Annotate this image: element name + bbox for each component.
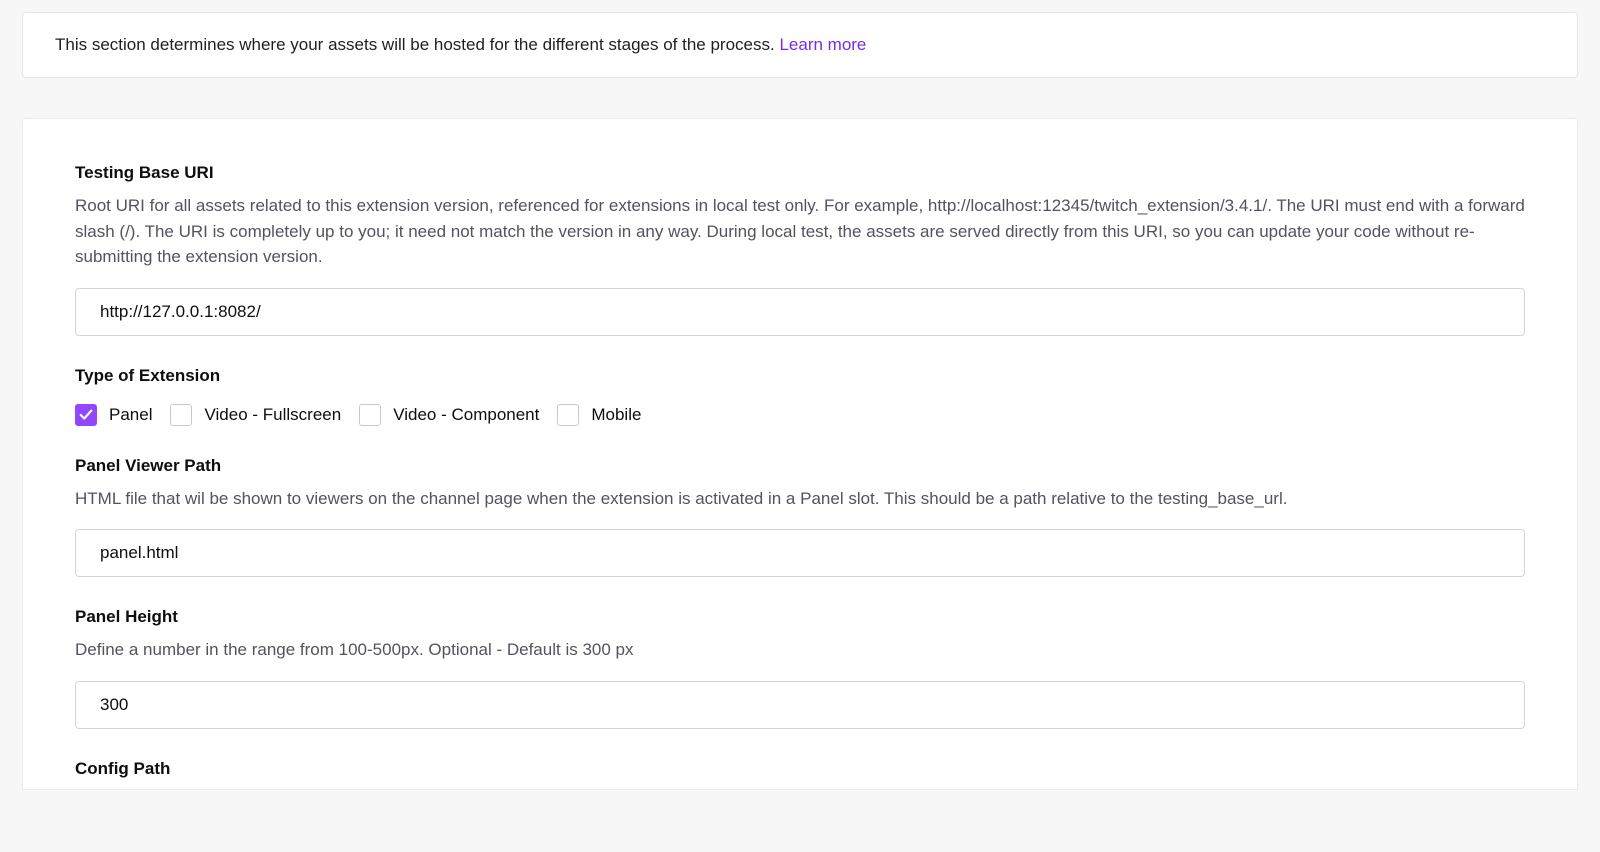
banner-text: This section determines where your asset… — [55, 35, 779, 54]
type-of-extension-options: Panel Video - Fullscreen Video - Compone… — [75, 404, 1525, 426]
type-of-extension-group: Type of Extension Panel Video - Fullscre… — [75, 366, 1525, 426]
panel-viewer-path-desc: HTML file that wil be shown to viewers o… — [75, 486, 1525, 512]
panel-viewer-path-input[interactable] — [75, 529, 1525, 577]
panel-viewer-path-group: Panel Viewer Path HTML file that wil be … — [75, 456, 1525, 578]
config-path-group: Config Path — [75, 759, 1525, 779]
option-panel: Panel — [75, 404, 152, 426]
checkbox-video-fullscreen-label: Video - Fullscreen — [204, 405, 341, 425]
checkbox-mobile-label: Mobile — [591, 405, 641, 425]
check-icon — [79, 408, 93, 422]
checkbox-video-fullscreen[interactable] — [170, 404, 192, 426]
testing-base-uri-label: Testing Base URI — [75, 163, 1525, 183]
panel-height-group: Panel Height Define a number in the rang… — [75, 607, 1525, 729]
option-mobile: Mobile — [557, 404, 641, 426]
panel-height-input[interactable] — [75, 681, 1525, 729]
config-path-label: Config Path — [75, 759, 1525, 779]
checkbox-panel-label: Panel — [109, 405, 152, 425]
option-video-component: Video - Component — [359, 404, 539, 426]
asset-hosting-banner: This section determines where your asset… — [22, 12, 1578, 78]
testing-base-uri-input[interactable] — [75, 288, 1525, 336]
panel-height-label: Panel Height — [75, 607, 1525, 627]
learn-more-link[interactable]: Learn more — [779, 35, 866, 54]
checkbox-panel[interactable] — [75, 404, 97, 426]
checkbox-video-component-label: Video - Component — [393, 405, 539, 425]
panel-height-desc: Define a number in the range from 100-50… — [75, 637, 1525, 663]
type-of-extension-label: Type of Extension — [75, 366, 1525, 386]
panel-viewer-path-label: Panel Viewer Path — [75, 456, 1525, 476]
testing-base-uri-desc: Root URI for all assets related to this … — [75, 193, 1525, 270]
testing-base-uri-group: Testing Base URI Root URI for all assets… — [75, 163, 1525, 336]
checkbox-mobile[interactable] — [557, 404, 579, 426]
option-video-fullscreen: Video - Fullscreen — [170, 404, 341, 426]
asset-hosting-form: Testing Base URI Root URI for all assets… — [22, 118, 1578, 790]
checkbox-video-component[interactable] — [359, 404, 381, 426]
